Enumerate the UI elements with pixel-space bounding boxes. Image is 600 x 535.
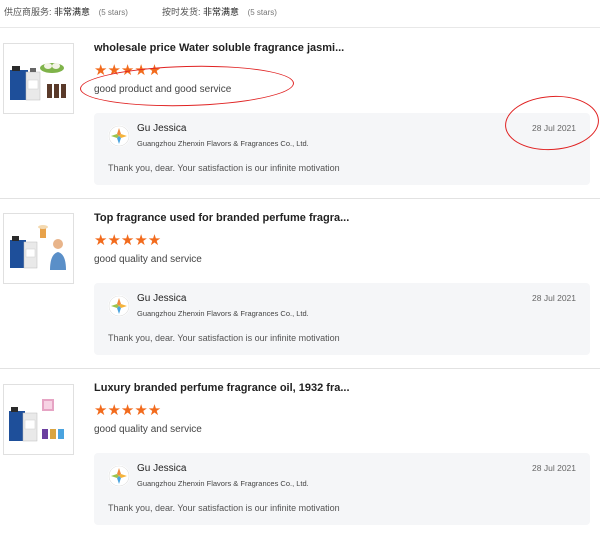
product-image-icon <box>9 399 64 442</box>
replier-company: Guangzhou Zhenxin Flavors & Fragrances C… <box>137 139 309 148</box>
product-thumbnail[interactable] <box>3 43 74 114</box>
product-image-icon <box>10 225 66 270</box>
replier-name: Gu Jessica <box>137 123 187 134</box>
metric-stars: (5 stars) <box>247 8 277 17</box>
replier-name: Gu Jessica <box>137 463 187 474</box>
review-divider <box>0 368 600 369</box>
product-thumbnail[interactable] <box>3 384 74 455</box>
supplier-reply: Gu Jessica Guangzhou Zhenxin Flavors & F… <box>94 113 590 185</box>
metric-label: 供应商服务: <box>4 7 52 17</box>
replier-name: Gu Jessica <box>137 293 187 304</box>
supplier-logo-icon <box>108 125 130 147</box>
supplier-service-metric: 供应商服务: 非常满意 (5 stars) <box>4 5 128 18</box>
rating-stars: ★★★★★ <box>94 402 162 419</box>
review-comment: good quality and service <box>94 254 202 265</box>
product-title-link[interactable]: Luxury branded perfume fragrance oil, 19… <box>94 382 350 394</box>
replier-company: Guangzhou Zhenxin Flavors & Fragrances C… <box>137 309 309 318</box>
supplier-logo-icon <box>108 295 130 317</box>
on-time-shipping-metric: 按时发货: 非常满意 (5 stars) <box>162 5 277 18</box>
metric-stars: (5 stars) <box>98 8 128 17</box>
product-title-link[interactable]: Top fragrance used for branded perfume f… <box>94 212 349 224</box>
product-thumbnail[interactable] <box>3 213 74 284</box>
supplier-reply: Gu Jessica Guangzhou Zhenxin Flavors & F… <box>94 453 590 525</box>
rating-summary-bar: 供应商服务: 非常满意 (5 stars) 按时发货: 非常满意 (5 star… <box>0 0 600 28</box>
reply-message: Thank you, dear. Your satisfaction is ou… <box>108 333 340 343</box>
rating-stars: ★★★★★ <box>94 62 162 79</box>
reply-date: 28 Jul 2021 <box>532 463 576 473</box>
product-image-icon <box>10 63 66 101</box>
rating-stars: ★★★★★ <box>94 232 162 249</box>
metric-label: 按时发货: <box>162 7 201 17</box>
supplier-reply: Gu Jessica Guangzhou Zhenxin Flavors & F… <box>94 283 590 355</box>
product-title-link[interactable]: wholesale price Water soluble fragrance … <box>94 42 344 54</box>
reply-message: Thank you, dear. Your satisfaction is ou… <box>108 503 340 513</box>
metric-value: 非常满意 <box>203 7 240 17</box>
review-divider <box>0 198 600 199</box>
supplier-logo-icon <box>108 465 130 487</box>
replier-company: Guangzhou Zhenxin Flavors & Fragrances C… <box>137 479 309 488</box>
reply-date: 28 Jul 2021 <box>532 123 576 133</box>
reply-date: 28 Jul 2021 <box>532 293 576 303</box>
review-comment: good quality and service <box>94 424 202 435</box>
review-comment: good product and good service <box>94 84 232 95</box>
reply-message: Thank you, dear. Your satisfaction is ou… <box>108 163 340 173</box>
metric-value: 非常满意 <box>54 7 91 17</box>
